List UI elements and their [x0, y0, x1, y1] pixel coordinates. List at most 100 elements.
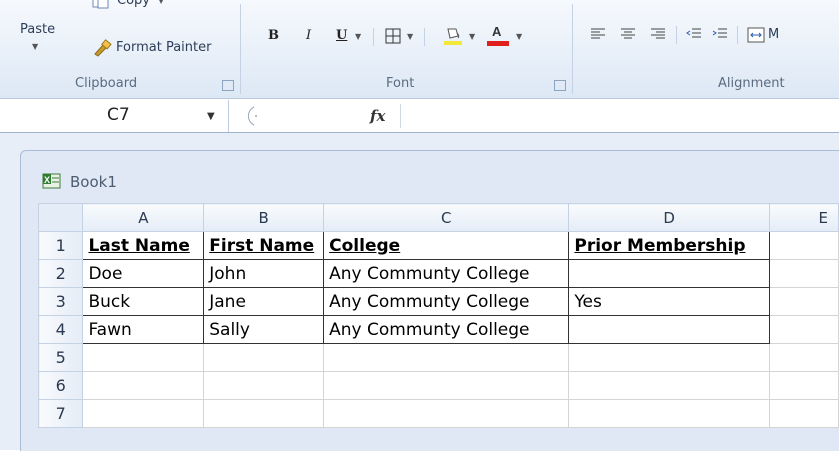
row-header[interactable]: 2	[37, 259, 84, 288]
cell[interactable]	[568, 371, 770, 400]
align-left-icon[interactable]	[590, 27, 606, 41]
format-painter-button[interactable]: Format Painter	[92, 38, 242, 60]
cell[interactable]	[768, 371, 839, 400]
workbook-title: Book1	[70, 173, 117, 191]
cell[interactable]	[768, 399, 839, 428]
column-header[interactable]: C	[323, 203, 570, 232]
cell[interactable]	[768, 259, 839, 288]
cell[interactable]	[568, 315, 770, 344]
paste-button[interactable]: Paste ▼	[20, 18, 60, 68]
table-row: 5	[37, 343, 839, 372]
cell[interactable]: Sally	[203, 315, 325, 344]
chevron-down-icon[interactable]: ▼	[516, 32, 522, 41]
cell[interactable]	[203, 343, 325, 372]
font-dialog-launcher[interactable]	[554, 80, 566, 91]
merge-center-icon	[747, 27, 765, 43]
format-painter-label: Format Painter	[116, 40, 212, 55]
spreadsheet-grid: A B C D E 1 Last Name First Name College…	[37, 203, 839, 428]
fx-icon[interactable]: fx	[370, 107, 385, 125]
increase-indent-icon[interactable]	[712, 27, 728, 41]
cell[interactable]	[203, 371, 325, 400]
select-all-corner[interactable]	[37, 203, 84, 232]
row-header[interactable]: 5	[37, 343, 84, 372]
bold-button[interactable]: B	[268, 28, 279, 43]
cell[interactable]	[323, 343, 570, 372]
cell[interactable]: Jane	[203, 287, 325, 316]
alignment-group-label: Alignment	[718, 76, 785, 91]
table-row: 6	[37, 371, 839, 400]
column-header[interactable]: E	[768, 203, 839, 232]
format-painter-icon	[94, 39, 112, 57]
paste-label: Paste	[20, 22, 56, 37]
clipboard-group-label: Clipboard	[75, 76, 138, 91]
cell[interactable]: Any Communty College	[323, 315, 570, 344]
column-header[interactable]: A	[82, 203, 205, 232]
chevron-down-icon[interactable]: ▼	[207, 111, 215, 122]
copy-button[interactable]: Copy ▼	[90, 0, 210, 18]
copy-icon	[92, 0, 109, 9]
cell[interactable]	[568, 343, 770, 372]
cell[interactable]: Last Name	[82, 231, 205, 260]
cell[interactable]: Any Communty College	[323, 259, 570, 288]
cell[interactable]: First Name	[203, 231, 325, 260]
cell[interactable]	[82, 399, 205, 428]
group-separator	[572, 4, 573, 94]
table-row: 3 Buck Jane Any Communty College Yes	[37, 287, 839, 316]
chevron-down-icon: ▼	[32, 42, 39, 51]
font-color-swatch	[487, 41, 509, 46]
cell[interactable]	[768, 315, 839, 344]
cell[interactable]	[323, 399, 570, 428]
cell[interactable]	[768, 343, 839, 372]
cell[interactable]	[768, 287, 839, 316]
cell[interactable]	[323, 371, 570, 400]
row-header[interactable]: 3	[37, 287, 84, 316]
cell[interactable]	[568, 259, 770, 288]
cell[interactable]	[82, 343, 205, 372]
row-header[interactable]: 1	[37, 231, 84, 260]
italic-button[interactable]: I	[306, 28, 311, 43]
separator	[373, 28, 374, 46]
cell[interactable]	[82, 371, 205, 400]
chevron-down-icon: ▼	[158, 0, 165, 5]
svg-text:X: X	[44, 175, 50, 185]
chevron-down-icon[interactable]: ▼	[407, 32, 413, 41]
copy-label: Copy	[117, 0, 150, 8]
table-row: 2 Doe John Any Communty College	[37, 259, 839, 288]
cell[interactable]: Fawn	[82, 315, 205, 344]
borders-icon[interactable]	[385, 28, 401, 44]
clipboard-dialog-launcher[interactable]	[222, 80, 234, 91]
row-header[interactable]: 7	[37, 399, 84, 428]
cell[interactable]	[568, 399, 770, 428]
cell[interactable]	[203, 399, 325, 428]
name-box[interactable]: C7 ▼	[0, 100, 229, 132]
cell[interactable]: Any Communty College	[323, 287, 570, 316]
formula-input[interactable]	[410, 106, 830, 126]
row-header[interactable]: 6	[37, 371, 84, 400]
cell[interactable]	[768, 231, 839, 260]
align-right-icon[interactable]	[650, 27, 666, 41]
column-header[interactable]: D	[568, 203, 770, 232]
align-center-icon[interactable]	[620, 27, 636, 41]
cell[interactable]: Doe	[82, 259, 205, 288]
separator	[676, 26, 677, 44]
font-color-button[interactable]: A	[487, 22, 511, 46]
font-group-label: Font	[386, 76, 415, 91]
fill-color-icon[interactable]	[442, 24, 464, 46]
cell[interactable]: Yes	[568, 287, 770, 316]
column-header[interactable]: B	[203, 203, 325, 232]
decrease-indent-icon[interactable]	[686, 27, 702, 41]
cell[interactable]: Buck	[82, 287, 205, 316]
excel-workbook-icon: X	[42, 173, 61, 189]
row-header[interactable]: 4	[37, 315, 84, 344]
chevron-down-icon[interactable]: ▼	[355, 32, 361, 41]
chevron-down-icon[interactable]: ▼	[469, 32, 475, 41]
group-separator	[240, 4, 241, 94]
underline-button[interactable]: U	[336, 28, 347, 43]
merge-center-button[interactable]: M	[745, 24, 839, 46]
cell[interactable]: Prior Membership	[568, 231, 770, 260]
cell[interactable]: College	[323, 231, 570, 260]
circle-icon	[247, 106, 257, 126]
formula-cancel-button[interactable]	[240, 106, 262, 126]
cell[interactable]: John	[203, 259, 325, 288]
table-row: 1 Last Name First Name College Prior Mem…	[37, 231, 839, 260]
